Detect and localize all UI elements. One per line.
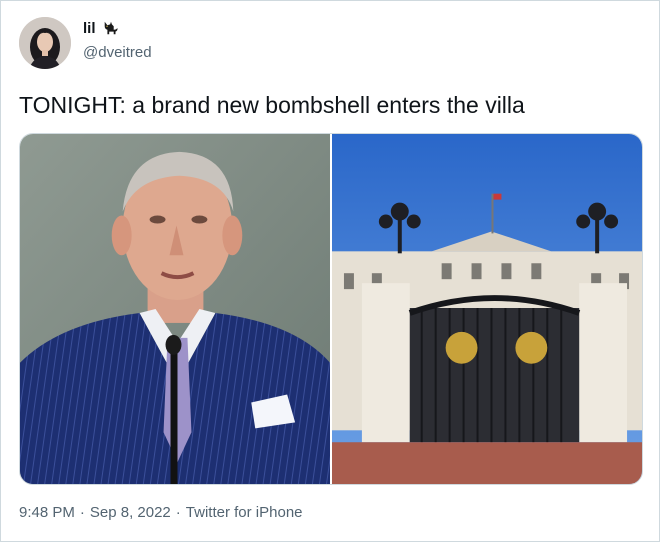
tweet-meta: 9:48 PM · Sep 8, 2022 · Twitter for iPho… bbox=[19, 504, 303, 521]
meta-separator: · bbox=[175, 504, 181, 521]
tweet-time[interactable]: 9:48 PM bbox=[19, 504, 75, 521]
avatar-image bbox=[19, 17, 71, 69]
tweet-card: lil @dveitred TONIGHT: a brand new bombs… bbox=[0, 0, 660, 542]
cat-icon bbox=[102, 19, 120, 37]
tweet-text: TONIGHT: a brand new bombshell enters th… bbox=[19, 92, 525, 118]
author-handle[interactable]: @dveitred bbox=[83, 44, 152, 61]
portrait-illustration bbox=[20, 134, 330, 484]
media-photo-palace[interactable] bbox=[332, 134, 642, 484]
display-name[interactable]: lil bbox=[83, 20, 96, 37]
palace-illustration bbox=[332, 134, 642, 484]
tweet-date[interactable]: Sep 8, 2022 bbox=[90, 504, 171, 521]
author-name-row[interactable]: lil bbox=[83, 19, 120, 37]
meta-separator: · bbox=[79, 504, 85, 521]
media-photo-portrait[interactable] bbox=[20, 134, 330, 484]
tweet-source[interactable]: Twitter for iPhone bbox=[186, 504, 303, 521]
avatar[interactable] bbox=[19, 17, 71, 69]
media-grid bbox=[19, 133, 643, 485]
